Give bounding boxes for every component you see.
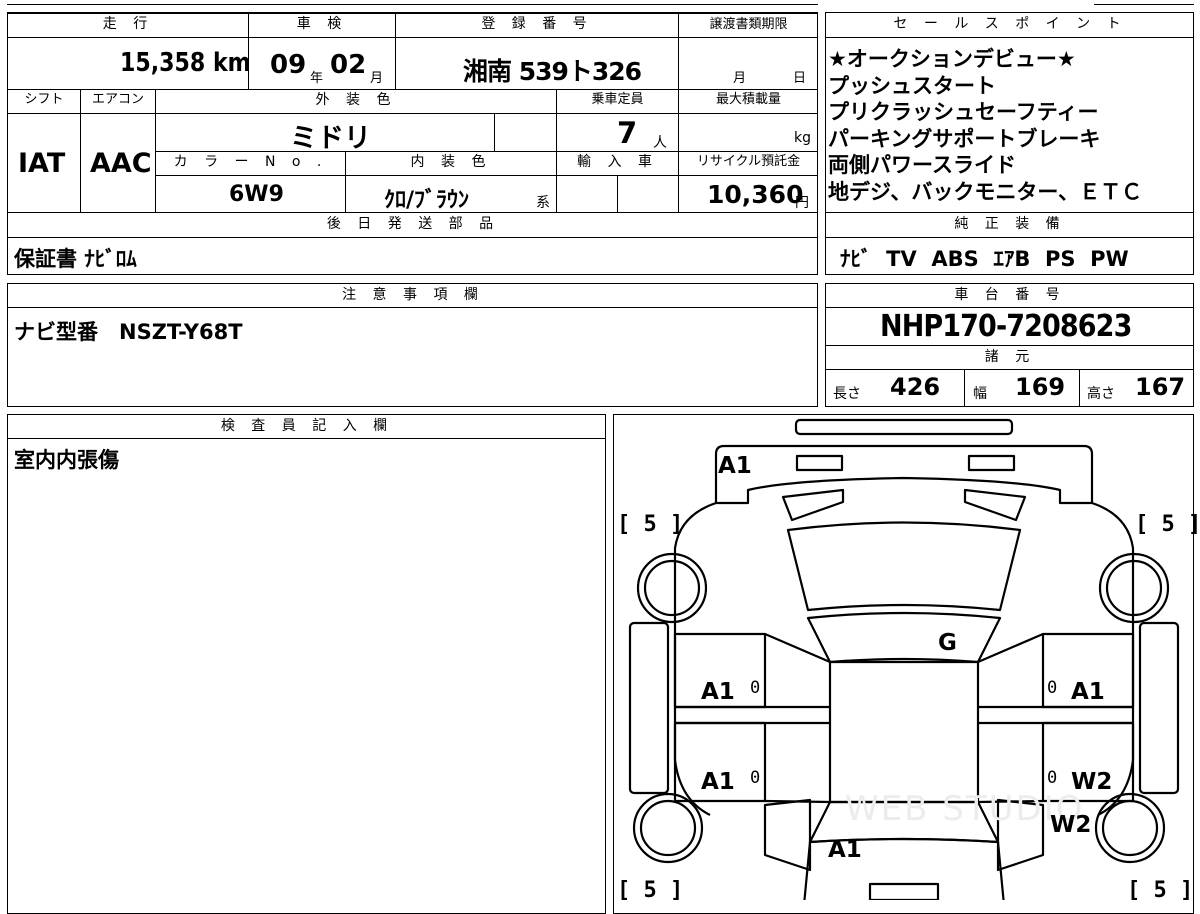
row-line — [155, 175, 818, 176]
interior-suffix: 系 — [536, 195, 550, 211]
later-parts-header: 後 日 発 送 部 品 — [326, 216, 500, 232]
row-line — [825, 212, 1194, 213]
length-label: 長さ — [833, 386, 861, 402]
row-line — [825, 345, 1194, 346]
later-parts-value: 保証書 ﾅﾋﾞﾛﾑ — [14, 247, 137, 271]
shift-value: IAT — [18, 148, 66, 179]
transfer-deadline-header: 譲渡書類期限 — [709, 17, 788, 32]
mileage-value: 15,358 km — [120, 48, 251, 78]
aircon-value: AAC — [90, 148, 152, 179]
capacity-value: 7 — [617, 116, 638, 150]
inspector-note: 室内内張傷 — [14, 448, 119, 472]
max-load-header: 最大積載量 — [715, 92, 781, 107]
capacity-unit: 人 — [653, 135, 667, 151]
width-label: 幅 — [973, 386, 987, 402]
sales-point-item: ★オークションデビュー★ — [828, 47, 1076, 71]
row-line — [7, 438, 606, 439]
specs-header: 諸 元 — [984, 349, 1036, 365]
width-value: 169 — [1015, 373, 1066, 401]
col-line — [964, 369, 965, 407]
chassis-header: 車 台 番 号 — [954, 287, 1066, 303]
exterior-color-header: 外 装 色 — [315, 92, 397, 108]
row-line — [7, 37, 818, 38]
recycle-unit: 円 — [795, 195, 809, 211]
row-line — [825, 237, 1194, 238]
top-edge-line — [1094, 4, 1194, 5]
car-diagram-box — [613, 414, 1194, 914]
shift-header: シフト — [24, 92, 64, 107]
transfer-day-unit: 日 — [793, 71, 807, 86]
row-line — [7, 307, 818, 308]
aircon-header: エアコン — [91, 92, 144, 107]
length-value: 426 — [890, 373, 941, 401]
capacity-header: 乗車定員 — [591, 92, 644, 107]
interior-color-value: ｸﾛ/ﾌﾞﾗｳﾝ — [384, 188, 470, 213]
inspection-month: 02 — [330, 50, 367, 80]
inspector-header: 検 査 員 記 入 欄 — [220, 418, 394, 434]
row-line — [7, 237, 818, 238]
registration-header: 登 録 番 号 — [481, 16, 593, 32]
sales-point-item: パーキングサポートブレーキ — [828, 126, 1101, 151]
equipment-header: 純 正 装 備 — [954, 216, 1066, 232]
recycle-header: リサイクル預託金 — [696, 154, 801, 169]
chassis-number: NHP170-7208623 — [880, 309, 1132, 344]
exterior-color-value: ミドリ — [290, 123, 371, 154]
max-load-unit: kg — [794, 130, 811, 146]
registration-value: 湘南 539ト326 — [463, 57, 642, 86]
top-edge-line — [7, 4, 818, 5]
mileage-header: 走 行 — [102, 16, 154, 32]
col-line — [617, 175, 618, 212]
inspector-box — [7, 414, 606, 914]
notes-header: 注 意 事 項 欄 — [342, 287, 484, 303]
inspection-year: 09 — [270, 50, 307, 80]
color-no-value: 6W9 — [229, 182, 284, 207]
sales-point-item: プッシュスタート — [828, 73, 996, 98]
recycle-value: 10,360 — [707, 180, 804, 209]
col-line — [1079, 369, 1080, 407]
sales-point-item: 両側パワースライド — [828, 153, 1016, 177]
interior-color-header: 内 装 色 — [410, 154, 492, 170]
height-value: 167 — [1135, 373, 1186, 401]
import-header: 輸 入 車 — [577, 154, 658, 170]
row-line — [825, 37, 1194, 38]
equipment-value: ﾅﾋﾞ TV ABS ｴｱB PS PW — [840, 247, 1129, 271]
row-line — [7, 113, 818, 114]
sales-point-list: ★オークションデビュー★ プッシュスタート プリクラッシュセーフティー パーキン… — [828, 46, 1142, 205]
inspection-year-unit: 年 — [310, 71, 324, 86]
sales-point-header: セ ー ル ス ポ イ ン ト — [893, 16, 1127, 32]
col-line — [494, 113, 495, 151]
sales-point-item: プリクラッシュセーフティー — [828, 100, 1099, 124]
inspection-month-unit: 月 — [370, 71, 384, 86]
height-label: 高さ — [1087, 386, 1115, 402]
transfer-month-unit: 月 — [733, 71, 747, 86]
sales-point-item: 地デジ、バックモニター、ＥＴＣ — [828, 179, 1143, 204]
notes-value: ナビ型番 NSZT-Y68T — [14, 320, 243, 344]
row-line — [825, 369, 1194, 370]
inspection-header: 車 検 — [296, 16, 348, 32]
color-no-header: カ ラ ー N o . — [173, 154, 328, 170]
row-line — [825, 307, 1194, 308]
